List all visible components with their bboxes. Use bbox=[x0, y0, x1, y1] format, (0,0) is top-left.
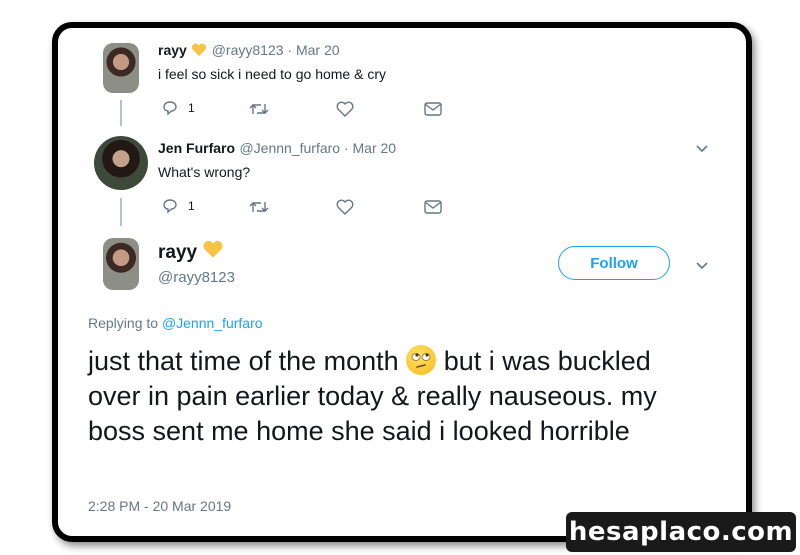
tweet1-handle[interactable]: @rayy8123 · Mar 20 bbox=[212, 42, 340, 58]
message-icon[interactable] bbox=[424, 102, 442, 116]
tweet2-name[interactable]: Jen Furfaro bbox=[158, 140, 235, 156]
avatar-jen[interactable] bbox=[94, 136, 148, 190]
tweet1-reply-button[interactable]: 1 bbox=[162, 100, 195, 116]
replying-prefix: Replying to bbox=[88, 315, 159, 331]
thread-line bbox=[120, 100, 122, 126]
reply-icon bbox=[163, 101, 177, 116]
eye-roll-emoji-icon bbox=[406, 345, 437, 375]
thread-line bbox=[120, 198, 122, 226]
tweet2-reply-button[interactable]: 1 bbox=[162, 198, 195, 214]
chevron-down-icon[interactable] bbox=[695, 261, 709, 271]
yellow-heart-icon bbox=[202, 240, 223, 258]
message-icon[interactable] bbox=[424, 200, 442, 214]
tweet-text: just that time of the month but i was bu… bbox=[88, 344, 708, 449]
watermark: hesaplaco.com bbox=[566, 512, 796, 552]
tweet1-text: i feel so sick i need to go home & cry bbox=[158, 66, 386, 82]
chevron-down-icon[interactable] bbox=[695, 144, 709, 154]
tweet1-header: rayy @rayy8123 · Mar 20 bbox=[158, 42, 340, 60]
main-name-row: rayy bbox=[158, 240, 224, 264]
replying-to: Replying to @Jennn_furfaro bbox=[88, 315, 263, 331]
avatar-rayy-main[interactable] bbox=[103, 238, 139, 290]
retweet-icon[interactable] bbox=[249, 200, 269, 214]
tweet2-reply-count: 1 bbox=[188, 199, 195, 213]
tweet2-header: Jen Furfaro @Jennn_furfaro · Mar 20 bbox=[158, 140, 396, 158]
tweet2-handle[interactable]: @Jennn_furfaro · Mar 20 bbox=[239, 140, 396, 156]
retweet-icon[interactable] bbox=[249, 102, 269, 116]
main-handle[interactable]: @rayy8123 bbox=[158, 269, 235, 286]
avatar-rayy[interactable] bbox=[103, 43, 139, 93]
tweet1-name[interactable]: rayy bbox=[158, 42, 187, 58]
like-icon[interactable] bbox=[336, 199, 354, 215]
tweet-timestamp[interactable]: 2:28 PM - 20 Mar 2019 bbox=[88, 498, 231, 514]
tweet2-text: What's wrong? bbox=[158, 164, 251, 180]
replying-to-link[interactable]: @Jennn_furfaro bbox=[162, 315, 263, 331]
tweet-frame: rayy @rayy8123 · Mar 20 i feel so sick i… bbox=[52, 22, 752, 542]
main-name[interactable]: rayy bbox=[158, 242, 197, 263]
tweet1-reply-count: 1 bbox=[188, 101, 195, 115]
follow-button[interactable]: Follow bbox=[558, 246, 670, 280]
reply-icon bbox=[163, 199, 177, 214]
yellow-heart-icon bbox=[192, 43, 207, 56]
like-icon[interactable] bbox=[336, 101, 354, 117]
tweet-text-part1: just that time of the month bbox=[88, 346, 399, 376]
